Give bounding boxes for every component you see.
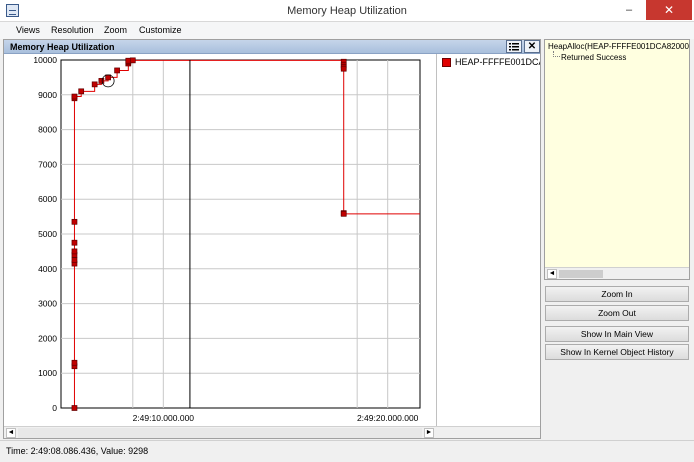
y-tick-label: 3000 <box>38 299 57 309</box>
window-title: Memory Heap Utilization <box>287 5 407 17</box>
data-point <box>114 67 120 74</box>
detail-horizontal-scrollbar[interactable]: ◄ <box>545 267 689 279</box>
menu-resolution[interactable]: Resolution <box>51 25 94 35</box>
y-tick-label: 1000 <box>38 368 57 378</box>
menu-bar: Views Resolution Zoom Customize <box>0 22 694 39</box>
detail-scroll-left-icon[interactable]: ◄ <box>547 269 557 279</box>
status-bar: Time: 2:49:08.086.436, Value: 9298 <box>0 440 694 462</box>
menu-customize[interactable]: Customize <box>139 25 182 35</box>
tree-child-item[interactable]: Returned Success <box>561 53 626 62</box>
chart-horizontal-scrollbar[interactable]: ◄ ► <box>4 426 540 438</box>
y-tick-label: 7000 <box>38 159 57 169</box>
panel-close-button[interactable]: ✕ <box>524 40 540 53</box>
panel-title: Memory Heap Utilization <box>10 42 115 52</box>
data-point <box>105 74 111 81</box>
menu-views[interactable]: Views <box>16 25 40 35</box>
chart-panel: Memory Heap Utilization ✕ 0 1000 2000 3000 4… <box>3 39 541 439</box>
scroll-right-icon[interactable]: ► <box>424 428 434 438</box>
tree-root-item[interactable]: HeapAlloc(HEAP-FFFFE001DCA82000, 68 <box>548 42 689 51</box>
legend: HEAP-FFFFE001DCA820 <box>436 54 540 426</box>
y-tick-label: 10000 <box>33 55 57 65</box>
data-point <box>78 88 85 95</box>
data-point <box>71 405 78 411</box>
zoom-in-button[interactable]: Zoom In <box>545 286 689 302</box>
legend-series-label: HEAP-FFFFE001DCA820 <box>455 57 540 67</box>
zoom-out-button[interactable]: Zoom Out <box>545 305 689 321</box>
legend-swatch <box>442 58 451 67</box>
y-tick-label: 9000 <box>38 90 57 100</box>
y-tick-label: 6000 <box>38 194 57 204</box>
status-text: Time: 2:49:08.086.436, Value: 9298 <box>6 446 149 456</box>
data-point <box>98 78 105 84</box>
y-tick-label: 0 <box>52 403 57 413</box>
x-tick-label: 2:49:10.000.000 <box>133 413 195 423</box>
data-point <box>71 218 78 225</box>
tree-connector <box>553 51 560 57</box>
minimize-button[interactable]: – <box>616 0 642 20</box>
y-tick-label: 8000 <box>38 125 57 135</box>
scroll-track[interactable] <box>18 428 422 438</box>
y-tick-label: 4000 <box>38 264 57 274</box>
close-button[interactable]: ✕ <box>646 0 692 20</box>
scroll-left-icon[interactable]: ◄ <box>6 428 16 438</box>
detail-scroll-thumb[interactable] <box>559 270 603 278</box>
event-detail-panel: HeapAlloc(HEAP-FFFFE001DCA82000, 68 Retu… <box>544 39 690 280</box>
show-in-main-view-button[interactable]: Show In Main View <box>545 326 689 342</box>
panel-header: Memory Heap Utilization ✕ <box>4 40 540 54</box>
memory-chart[interactable]: 0 1000 2000 3000 4000 5000 6000 7000 8000 9000 100… <box>4 54 436 426</box>
data-point <box>91 81 98 88</box>
data-point <box>71 257 78 263</box>
x-tick-label: 2:49:20.000.000 <box>357 413 419 423</box>
legend-toggle-button[interactable] <box>506 40 522 53</box>
menu-zoom[interactable]: Zoom <box>104 25 127 35</box>
data-point <box>71 239 78 246</box>
y-tick-label: 2000 <box>38 333 57 343</box>
data-point <box>71 248 78 255</box>
data-point <box>71 359 78 366</box>
list-icon <box>509 43 519 51</box>
y-tick-label: 5000 <box>38 229 57 239</box>
data-point <box>340 210 347 217</box>
data-point <box>129 57 136 64</box>
data-point <box>71 93 78 100</box>
show-in-kernel-history-button[interactable]: Show In Kernel Object History <box>545 344 689 360</box>
title-bar: Memory Heap Utilization – ✕ <box>0 0 694 22</box>
data-point <box>340 65 347 72</box>
